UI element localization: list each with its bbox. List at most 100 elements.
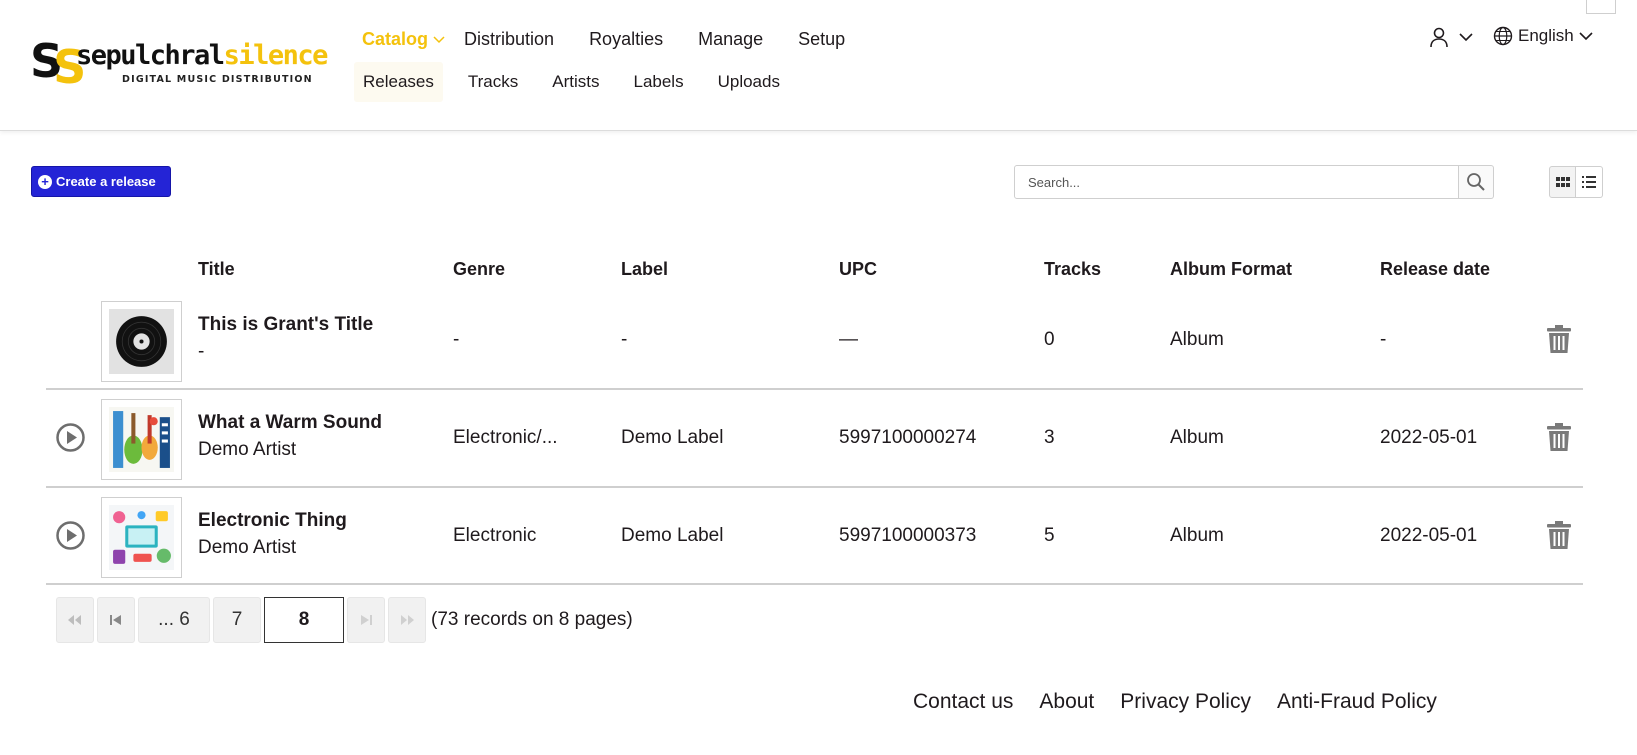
table-row[interactable]: This is Grant's Title - - - — 0 Album - — [46, 292, 1583, 390]
release-artist[interactable]: Demo Artist — [198, 439, 296, 461]
devices-artwork-icon — [109, 505, 174, 570]
user-menu[interactable] — [1428, 26, 1474, 48]
language-selector[interactable]: English — [1493, 26, 1594, 46]
release-label: - — [621, 329, 628, 350]
trash-icon[interactable] — [1546, 422, 1572, 452]
page-button[interactable]: ... 6 — [138, 597, 210, 643]
brand-logo[interactable]: SS sepulchralsilence DIGITAL MUSIC DISTR… — [30, 32, 328, 94]
subnav-artists[interactable]: Artists — [543, 62, 608, 102]
column-header-genre[interactable]: Genre — [453, 259, 505, 280]
plus-circle-icon: + — [38, 174, 52, 189]
chevron-down-icon — [1579, 32, 1593, 41]
release-label: Demo Label — [621, 427, 724, 448]
pagination-info: (73 records on 8 pages) — [431, 609, 633, 630]
column-header-tracks[interactable]: Tracks — [1044, 259, 1101, 280]
subnav-releases[interactable]: Releases — [354, 62, 443, 102]
table-row[interactable]: Electronic Thing Demo Artist Electronic … — [46, 488, 1583, 585]
play-icon[interactable] — [56, 521, 85, 550]
instruments-artwork-icon — [109, 407, 174, 472]
grid-icon — [1555, 177, 1570, 187]
release-title[interactable]: This is Grant's Title — [198, 314, 373, 336]
table-row[interactable]: What a Warm Sound Demo Artist Electronic… — [46, 390, 1583, 488]
chevron-down-icon — [1459, 33, 1473, 42]
nav-royalties[interactable]: Royalties — [589, 29, 663, 50]
release-artist: - — [198, 341, 205, 362]
release-title[interactable]: Electronic Thing — [198, 510, 347, 532]
release-artwork[interactable] — [101, 301, 182, 382]
globe-icon — [1493, 26, 1513, 46]
nav-manage[interactable]: Manage — [698, 29, 763, 50]
vinyl-record-icon — [109, 309, 174, 374]
create-release-button[interactable]: + Create a release — [31, 166, 171, 197]
next-page-button[interactable] — [347, 597, 385, 643]
search-input[interactable] — [1014, 165, 1460, 199]
releases-table: Title Genre Label UPC Tracks Album Forma… — [46, 250, 1583, 585]
release-tracks: 3 — [1044, 427, 1055, 448]
column-header-upc[interactable]: UPC — [839, 259, 877, 280]
column-header-label[interactable]: Label — [621, 259, 668, 280]
footer: Contact us About Privacy Policy Anti-Fra… — [913, 690, 1463, 714]
last-page-button[interactable] — [388, 597, 426, 643]
footer-link-contact[interactable]: Contact us — [913, 690, 1013, 714]
logo-tagline: DIGITAL MUSIC DISTRIBUTION — [122, 74, 313, 85]
last-page-icon — [401, 615, 414, 625]
release-tracks: 5 — [1044, 525, 1055, 546]
column-header-release-date[interactable]: Release date — [1380, 259, 1490, 280]
sub-nav: Releases Tracks Artists Labels Uploads — [354, 62, 805, 102]
search-icon — [1467, 173, 1485, 191]
release-date: 2022-05-01 — [1380, 427, 1478, 448]
release-date: - — [1380, 329, 1387, 350]
release-date: 2022-05-01 — [1380, 525, 1478, 546]
nav-setup[interactable]: Setup — [798, 29, 845, 50]
play-icon[interactable] — [56, 423, 85, 452]
release-genre: - — [453, 329, 460, 350]
logo-mark: SS — [30, 34, 86, 94]
release-artist[interactable]: Demo Artist — [198, 537, 296, 559]
release-format: Album — [1170, 329, 1224, 350]
subnav-tracks[interactable]: Tracks — [459, 62, 527, 102]
release-format: Album — [1170, 525, 1224, 546]
footer-link-privacy[interactable]: Privacy Policy — [1120, 690, 1251, 714]
nav-distribution[interactable]: Distribution — [464, 29, 554, 50]
release-tracks: 0 — [1044, 329, 1055, 350]
current-page[interactable]: 8 — [264, 597, 344, 643]
list-view-button[interactable] — [1576, 166, 1603, 198]
subnav-uploads[interactable]: Uploads — [709, 62, 789, 102]
prev-page-button[interactable] — [97, 597, 135, 643]
release-artwork[interactable] — [101, 497, 182, 578]
view-toggle — [1549, 166, 1603, 198]
language-label: English — [1518, 26, 1574, 45]
user-icon — [1430, 27, 1448, 48]
pagination: ... 6 7 8 (73 records on 8 pages) — [56, 597, 633, 643]
prev-page-icon — [110, 615, 121, 625]
footer-link-about[interactable]: About — [1039, 690, 1094, 714]
trash-icon[interactable] — [1546, 520, 1572, 550]
search-bar — [1014, 165, 1494, 199]
logo-wordmark: sepulchralsilence — [76, 40, 328, 71]
release-label: Demo Label — [621, 525, 724, 546]
corner-widget[interactable] — [1586, 0, 1616, 14]
chevron-down-icon — [433, 36, 445, 44]
release-upc: 5997100000274 — [839, 427, 977, 448]
release-title[interactable]: What a Warm Sound — [198, 412, 382, 434]
app-header: SS sepulchralsilence DIGITAL MUSIC DISTR… — [0, 0, 1637, 131]
release-genre: Electronic — [453, 525, 537, 546]
release-artwork[interactable] — [101, 399, 182, 480]
page-button[interactable]: 7 — [213, 597, 261, 643]
release-upc: — — [839, 329, 858, 350]
table-header: Title Genre Label UPC Tracks Album Forma… — [46, 250, 1583, 292]
release-format: Album — [1170, 427, 1224, 448]
nav-catalog[interactable]: Catalog — [362, 29, 446, 50]
column-header-title[interactable]: Title — [198, 259, 235, 280]
column-header-album-format[interactable]: Album Format — [1170, 259, 1292, 280]
grid-view-button[interactable] — [1549, 166, 1576, 198]
first-page-button[interactable] — [56, 597, 94, 643]
first-page-icon — [68, 615, 81, 625]
subnav-labels[interactable]: Labels — [624, 62, 692, 102]
release-genre: Electronic/... — [453, 427, 558, 448]
footer-link-anti-fraud[interactable]: Anti-Fraud Policy — [1277, 690, 1437, 714]
trash-icon[interactable] — [1546, 324, 1572, 354]
list-icon — [1582, 176, 1596, 188]
release-upc: 5997100000373 — [839, 525, 977, 546]
search-button[interactable] — [1459, 165, 1494, 199]
